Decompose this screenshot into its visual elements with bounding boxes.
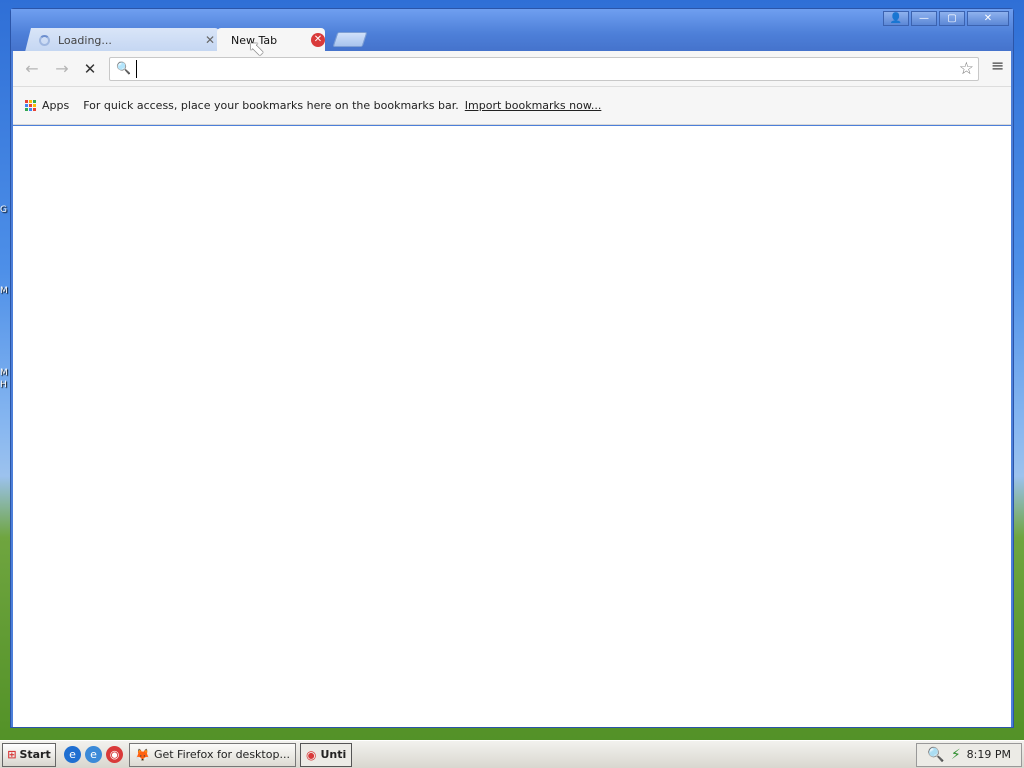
back-button[interactable]: ← [21,59,43,79]
outlook-icon[interactable]: e [85,746,102,763]
taskbar-item-chrome[interactable]: ◉ Unti [299,742,353,767]
apps-dot [25,104,28,107]
quick-launch: e e ◉ [64,746,123,763]
apps-dot [29,104,32,107]
taskbar: ⊞ Start e e ◉ 🦊 Get Firefox for desktop.… [0,740,1024,768]
bookmarks-hint: For quick access, place your bookmarks h… [83,99,459,112]
apps-dot [33,108,36,111]
chrome-icon[interactable]: ◉ [106,746,123,763]
apps-link[interactable]: Apps [42,99,69,112]
maximize-button[interactable]: ▢ [939,11,965,26]
apps-dot [25,108,28,111]
taskbar-item-label: Unti [320,748,347,761]
forward-button[interactable]: → [51,59,73,79]
search-icon: 🔍 [116,61,131,75]
tab-loading[interactable]: Loading... ✕ [25,28,219,52]
title-bar: Loading... ✕ New Tab ✕ 👤 — ▢ ✕ [11,9,1013,52]
tab-close-icon[interactable]: ✕ [311,33,325,47]
apps-icon[interactable] [25,100,36,111]
address-input[interactable] [136,60,936,78]
browser-window: Loading... ✕ New Tab ✕ 👤 — ▢ ✕ ← → ✕ 🔍 ☆… [10,8,1014,728]
page-content [13,126,1011,727]
start-button[interactable]: ⊞ Start [2,742,56,767]
minimize-button[interactable]: — [911,11,937,26]
tab-label: Loading... [58,33,112,47]
window-controls: 👤 — ▢ ✕ [883,11,1009,26]
taskbar-item-firefox[interactable]: 🦊 Get Firefox for desktop... [129,742,296,767]
apps-dot [25,100,28,103]
profile-button[interactable]: 👤 [883,11,909,26]
apps-dot [33,104,36,107]
omnibox[interactable]: 🔍 ☆ [109,57,979,81]
tab-close-icon[interactable]: ✕ [205,33,215,47]
close-button[interactable]: ✕ [967,11,1009,26]
start-label: Start [19,748,51,761]
network-tray-icon[interactable]: ⚡ [951,747,961,763]
tab-new-tab[interactable]: New Tab ✕ [217,28,325,52]
ie-icon[interactable]: e [64,746,81,763]
chrome-app-icon: ◉ [305,747,317,762]
clock: 8:19 PM [966,748,1011,761]
toolbar: ← → ✕ 🔍 ☆ ≡ [13,51,1011,87]
windows-flag-icon: ⊞ [7,748,17,761]
apps-dot [29,108,32,111]
apps-dot [29,100,32,103]
firefox-app-icon: 🦊 [135,747,150,762]
search-tray-icon[interactable]: 🔍 [927,747,944,763]
stop-button[interactable]: ✕ [79,59,101,79]
apps-dot [33,100,36,103]
mouse-cursor-icon: ⬉ [248,36,265,60]
system-tray: 🔍 ⚡ 8:19 PM [916,742,1022,767]
loading-spinner-icon [39,34,50,46]
import-bookmarks-link[interactable]: Import bookmarks now... [465,99,602,112]
bookmarks-bar: Apps For quick access, place your bookma… [13,87,1011,125]
menu-icon[interactable]: ≡ [991,58,1005,74]
bookmark-star-icon[interactable]: ☆ [959,59,974,79]
taskbar-item-label: Get Firefox for desktop... [153,748,290,761]
new-tab-button[interactable] [332,32,368,47]
